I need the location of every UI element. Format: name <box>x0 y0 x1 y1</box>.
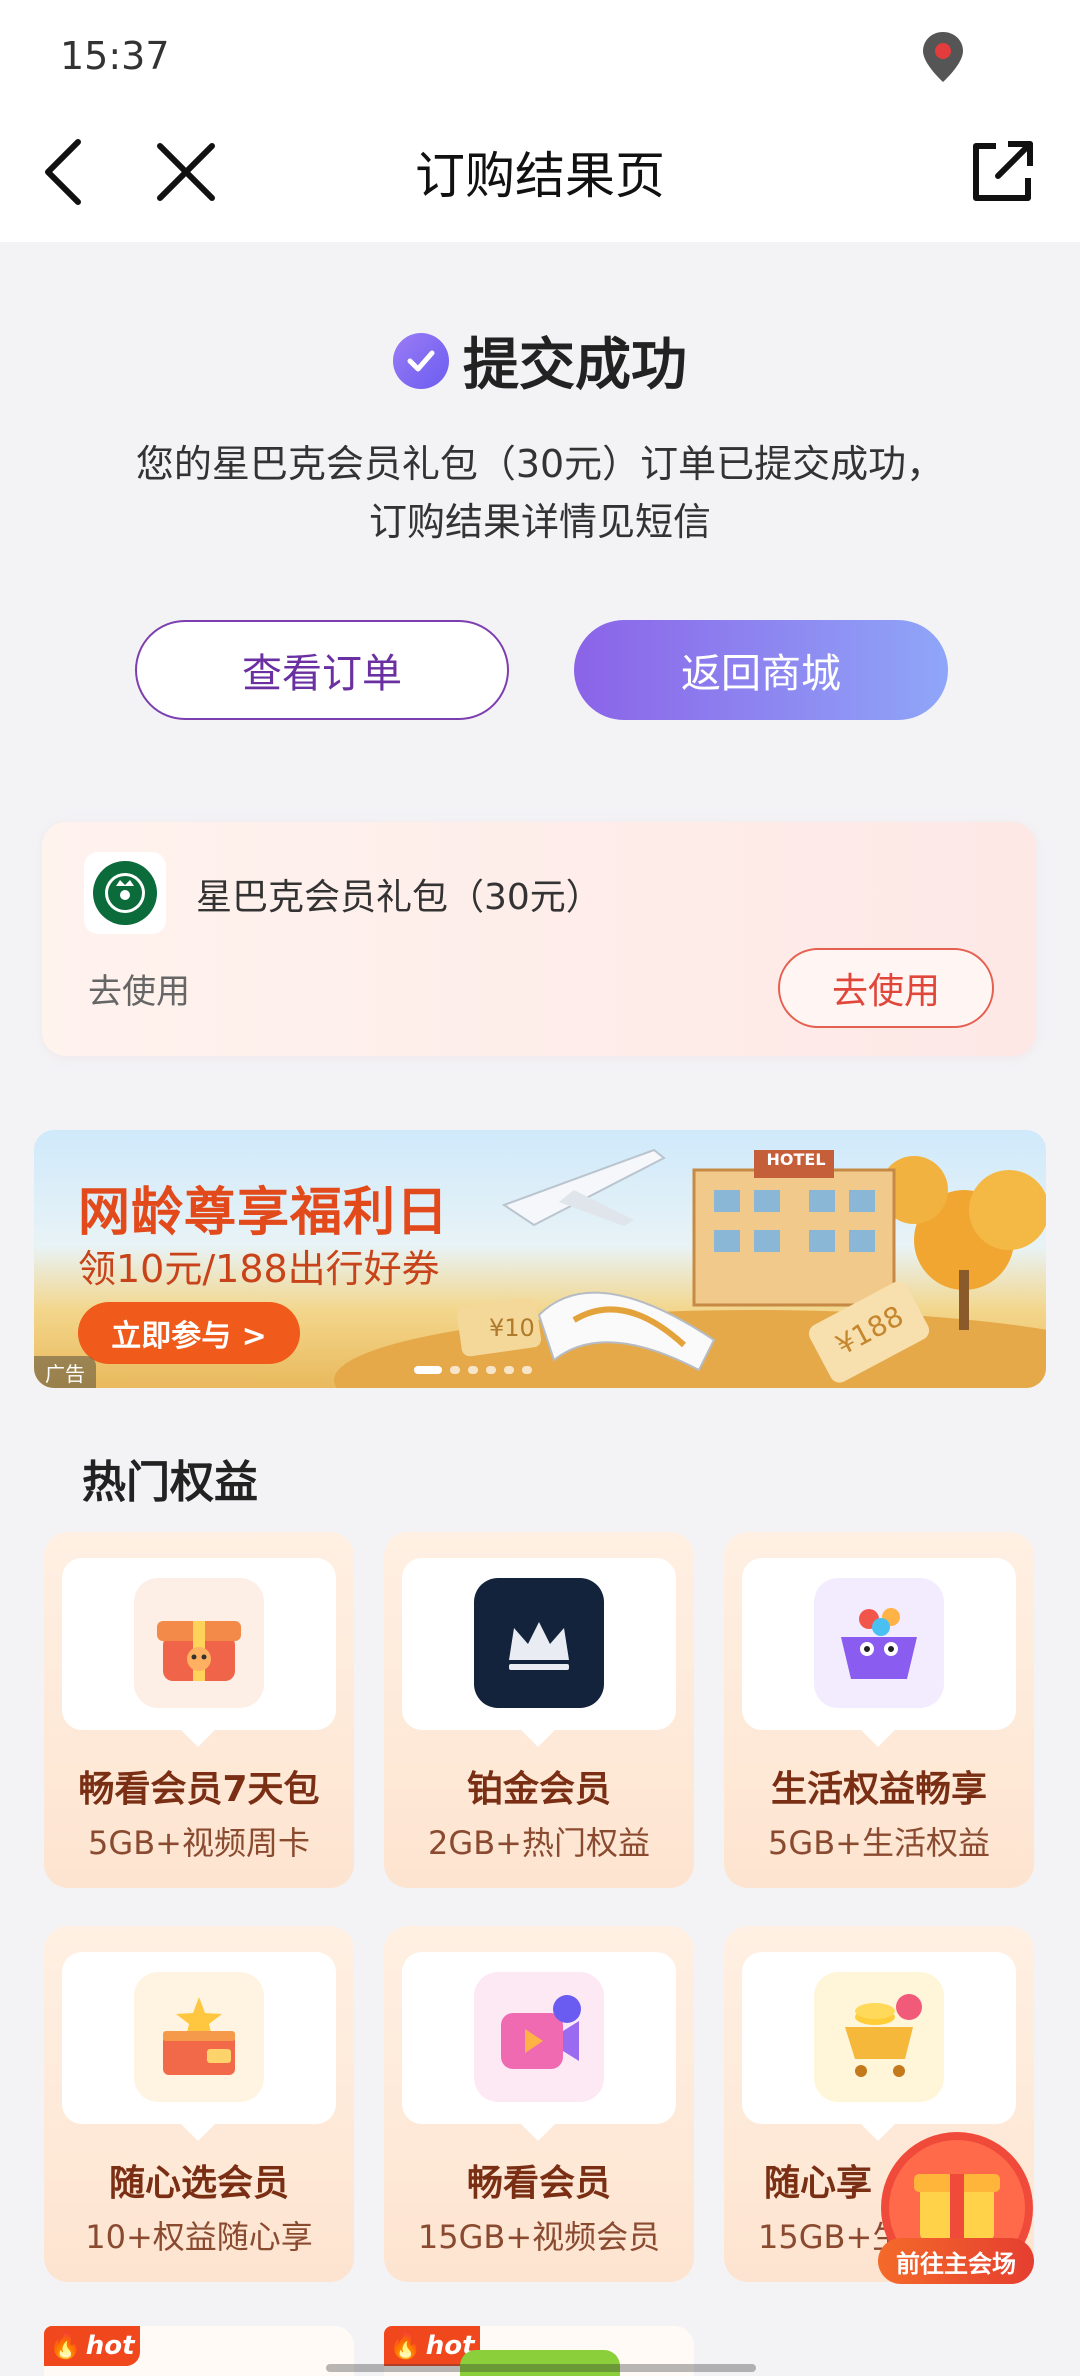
check-circle-icon <box>393 332 449 389</box>
share-icon[interactable] <box>966 136 1038 208</box>
voucher-name: 星巴克会员礼包（30元） <box>196 877 602 918</box>
action-buttons: 查看订单 返回商城 <box>0 620 1080 720</box>
benefit-subtitle: 10+权益随心享 <box>85 2218 313 2256</box>
benefit-title: 畅看会员7天包 <box>78 1769 320 1810</box>
benefit-card[interactable]: 生活权益畅享 5GB+生活权益 <box>724 1532 1034 1888</box>
benefit-subtitle: 15GB+视频会员 <box>417 2218 661 2256</box>
benefit-card[interactable]: 畅看会员 15GB+视频会员 <box>384 1926 694 2282</box>
result-title: 提交成功 <box>463 333 687 398</box>
video-play-icon <box>474 1972 604 2102</box>
green-badge <box>460 2350 620 2376</box>
benefit-title: 铂金会员 <box>466 1769 611 1810</box>
carousel-dot[interactable] <box>504 1366 514 1374</box>
banner-subtitle: 领10元/188出行好券 <box>78 1247 440 1291</box>
benefit-title: 生活权益畅享 <box>770 1769 987 1810</box>
result-description: 您的星巴克会员礼包（30元）订单已提交成功，订购结果详情见短信 <box>135 442 945 544</box>
carousel-dot[interactable] <box>414 1366 442 1374</box>
page-title: 订购结果页 <box>415 147 665 205</box>
ad-tag: 广告 <box>34 1356 96 1388</box>
benefit-subtitle: 5GB+生活权益 <box>768 1824 990 1862</box>
carousel-dot[interactable] <box>522 1366 532 1374</box>
starbucks-logo-icon <box>84 852 166 934</box>
basket-icon <box>814 1578 944 1708</box>
promo-banner[interactable]: HOTEL ¥10 ¥188 网龄尊享福利日 领10元/188出行好券 立即参与… <box>34 1130 1046 1388</box>
flame-icon: 🔥 <box>389 2331 422 2361</box>
status-time: 15:37 <box>60 34 170 78</box>
back-to-mall-button[interactable]: 返回商城 <box>574 620 948 720</box>
carousel-dot[interactable] <box>468 1366 478 1374</box>
location-icon <box>923 32 963 82</box>
coupon-tag-10: ¥10 <box>489 1314 535 1342</box>
home-indicator <box>326 2364 756 2372</box>
use-voucher-button[interactable]: 去使用 <box>778 948 994 1028</box>
crown-icon <box>474 1578 604 1708</box>
gift-box-icon <box>134 1578 264 1708</box>
banner-title: 网龄尊享福利日 <box>78 1183 450 1243</box>
benefit-subtitle: 5GB+视频周卡 <box>88 1824 310 1862</box>
benefit-card[interactable]: 畅看会员7天包 5GB+视频周卡 <box>44 1532 354 1888</box>
benefit-title: 随心选会员 <box>108 2163 289 2204</box>
cart-icon <box>814 1972 944 2102</box>
voucher-subtitle: 去使用 <box>88 972 190 1012</box>
voucher-card: 星巴克会员礼包（30元） 去使用 去使用 <box>42 822 1036 1056</box>
view-order-button[interactable]: 查看订单 <box>135 620 509 720</box>
hotel-sign: HOTEL <box>766 1150 826 1169</box>
section-title-hot-benefits: 热门权益 <box>82 1457 258 1508</box>
result-section: 提交成功 您的星巴克会员礼包（30元）订单已提交成功，订购结果详情见短信 <box>0 320 1080 551</box>
benefit-card[interactable]: 随心选会员 10+权益随心享 <box>44 1926 354 2282</box>
join-now-button[interactable]: 立即参与 > <box>78 1302 300 1364</box>
carousel-dot[interactable] <box>486 1366 496 1374</box>
vip-box-icon <box>134 1972 264 2102</box>
carousel-dot[interactable] <box>450 1366 460 1374</box>
top-bar: 15:37 订购结果页 <box>0 0 1080 242</box>
go-main-venue-button[interactable]: 前往主会场 <box>878 2238 1034 2284</box>
result-header: 提交成功 <box>0 320 1080 401</box>
hot-badge: 🔥 hot <box>44 2326 140 2366</box>
benefit-title: 畅看会员 <box>466 2163 611 2204</box>
benefit-subtitle: 2GB+热门权益 <box>428 1824 650 1862</box>
carousel-dots <box>414 1366 532 1374</box>
flame-icon: 🔥 <box>49 2331 82 2361</box>
benefit-card[interactable]: 铂金会员 2GB+热门权益 <box>384 1532 694 1888</box>
